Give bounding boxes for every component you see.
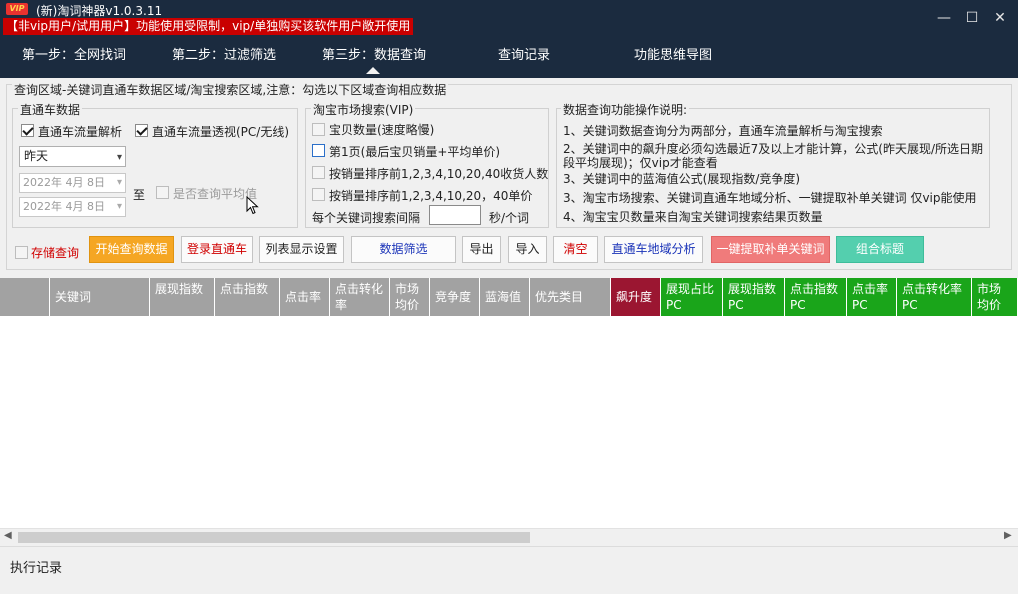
column-header-rownum[interactable]	[0, 278, 50, 316]
sales-price-label: 按销量排序前1,2,3,4,10,20，40单价	[329, 189, 533, 203]
date-to-value: 2022年 4月 8日	[23, 200, 105, 213]
column-header-avg-price[interactable]: 市场均价	[390, 278, 430, 316]
flow-analysis-label: 直通车流量解析	[38, 125, 123, 139]
title-bar: VIP (新)淘词神器v1.0.3.11 【非vip用户/试用用户】功能使用受限…	[0, 0, 1018, 38]
info-line-5: 4、淘宝宝贝数量来自淘宝关键词搜索结果页数量	[563, 210, 823, 224]
search-interval-input[interactable]	[429, 205, 481, 225]
mouse-cursor-icon	[246, 196, 259, 215]
region-analysis-button[interactable]: 直通车地域分析	[604, 236, 703, 263]
login-ztc-button[interactable]: 登录直通车	[181, 236, 253, 263]
search-interval-unit: 秒/个词	[489, 211, 530, 225]
minimize-icon[interactable]: —	[934, 8, 954, 28]
column-settings-button[interactable]: 列表显示设置	[259, 236, 344, 263]
clear-button[interactable]: 清空	[553, 236, 598, 263]
scrollbar-thumb[interactable]	[18, 532, 530, 543]
execution-log-panel: 执行记录	[0, 546, 1018, 594]
tab-step3-query[interactable]: 第三步：数据查询	[322, 44, 426, 63]
taobao-search-legend: 淘宝市场搜索(VIP)	[311, 101, 416, 118]
column-header-conversion[interactable]: 点击转化率	[330, 278, 390, 316]
ztc-data-legend: 直通车数据	[18, 101, 83, 118]
combine-title-button[interactable]: 组合标题	[836, 236, 924, 263]
column-header-rise[interactable]: 飙升度	[611, 278, 661, 316]
flow-analysis-checkbox[interactable]	[21, 124, 34, 137]
column-header-blue-ocean[interactable]: 蓝海值	[480, 278, 530, 316]
column-header-conversion-pc[interactable]: 点击转化率PC	[897, 278, 972, 316]
start-query-button[interactable]: 开始查询数据	[89, 236, 174, 263]
vip-warning-banner: 【非vip用户/试用用户】功能使用受限制，vip/单独购买该软件用户敞开使用	[3, 18, 414, 35]
tab-mind-map[interactable]: 功能思维导图	[634, 44, 712, 63]
search-interval-label: 每个关键词搜索间隔	[312, 211, 421, 225]
maximize-icon[interactable]: ☐	[962, 8, 982, 28]
query-area-legend: 查询区域-关键词直通车数据区域/淘宝搜索区域,注意：勾选以下区域查询相应数据	[12, 81, 449, 98]
column-header-ctr-pc[interactable]: 点击率PC	[847, 278, 897, 316]
info-legend: 数据查询功能操作说明:	[561, 101, 690, 118]
calendar-dropdown-icon: ▾	[116, 201, 122, 212]
close-icon[interactable]: ✕	[990, 8, 1010, 28]
first-page-checkbox[interactable]	[312, 144, 325, 157]
extract-keywords-button[interactable]: 一键提取补单关键词	[711, 236, 830, 263]
scroll-right-icon[interactable]: ▶	[1004, 530, 1012, 541]
active-tab-indicator	[366, 67, 380, 74]
info-line-3: 3、关键词中的蓝海值公式(展现指数/竞争度)	[563, 172, 801, 186]
info-line-2: 2、关键词中的飙升度必须勾选最近7及以上才能计算，公式(昨天展现/所选日期段平均…	[563, 142, 983, 170]
period-select[interactable]: 昨天 ▾	[19, 146, 126, 167]
column-header-impression-share-pc[interactable]: 展现占比PC	[661, 278, 723, 316]
sales-buyers-checkbox[interactable]	[312, 166, 325, 179]
column-header-keyword[interactable]: 关键词	[50, 278, 150, 316]
flow-perspective-label: 直通车流量透视(PC/无线)	[152, 125, 290, 139]
execution-log-label: 执行记录	[10, 561, 63, 576]
export-button[interactable]: 导出	[462, 236, 501, 263]
save-query-label: 存储查询	[31, 246, 80, 260]
sales-buyers-label: 按销量排序前1,2,3,4,10,20,40收货人数	[329, 167, 549, 181]
flow-perspective-checkbox[interactable]	[135, 124, 148, 137]
horizontal-scrollbar[interactable]: ◀ ▶	[0, 528, 1018, 545]
scroll-left-icon[interactable]: ◀	[4, 530, 12, 541]
first-page-label: 第1页(最后宝贝销量+平均单价)	[329, 145, 501, 159]
chevron-down-icon: ▾	[116, 152, 122, 163]
column-header-competition[interactable]: 竞争度	[430, 278, 480, 316]
step-nav: 第一步：全网找词 第二步：过滤筛选 第三步：数据查询 查询记录 功能思维导图	[0, 38, 1018, 78]
data-filter-button[interactable]: 数据筛选	[351, 236, 456, 263]
column-header-priority-category[interactable]: 优先类目	[530, 278, 611, 316]
column-header-impression-index-pc[interactable]: 展现指数PC	[723, 278, 785, 316]
column-header-impression-index[interactable]: 展现指数	[150, 278, 215, 316]
results-table-body[interactable]	[0, 316, 1018, 528]
date-from-value: 2022年 4月 8日	[23, 176, 105, 189]
column-header-avg-price-pc[interactable]: 市场均价PC	[972, 278, 1018, 316]
sales-price-checkbox[interactable]	[312, 188, 325, 201]
info-line-1: 1、关键词数据查询分为两部分，直通车流量解析与淘宝搜索	[563, 124, 883, 138]
save-query-checkbox[interactable]	[15, 246, 28, 259]
column-header-click-index-pc[interactable]: 点击指数PC	[785, 278, 847, 316]
item-count-checkbox[interactable]	[312, 123, 325, 136]
results-table-header: 关键词 展现指数 点击指数 点击率 点击转化率 市场均价 竞争度 蓝海值 优先类…	[0, 278, 1018, 316]
import-button[interactable]: 导入	[508, 236, 547, 263]
calendar-dropdown-icon: ▾	[116, 177, 122, 188]
item-count-label: 宝贝数量(速度略慢)	[329, 123, 435, 137]
app-title: (新)淘词神器v1.0.3.11	[36, 4, 163, 18]
tab-query-history[interactable]: 查询记录	[498, 44, 550, 63]
query-average-label: 是否查询平均值	[173, 187, 258, 201]
tab-step1-search[interactable]: 第一步：全网找词	[22, 44, 126, 63]
date-from-picker[interactable]: 2022年 4月 8日 ▾	[19, 173, 126, 193]
query-average-checkbox[interactable]	[156, 186, 169, 199]
to-label: 至	[133, 188, 146, 202]
date-to-picker[interactable]: 2022年 4月 8日 ▾	[19, 197, 126, 217]
info-line-4: 3、淘宝市场搜索、关键词直通车地域分析、一键提取补单关键词 仅vip能使用	[563, 191, 977, 205]
period-select-value: 昨天	[24, 149, 49, 163]
vip-logo: VIP	[6, 3, 28, 15]
tab-step2-filter[interactable]: 第二步：过滤筛选	[172, 44, 276, 63]
column-header-click-index[interactable]: 点击指数	[215, 278, 280, 316]
column-header-ctr[interactable]: 点击率	[280, 278, 330, 316]
